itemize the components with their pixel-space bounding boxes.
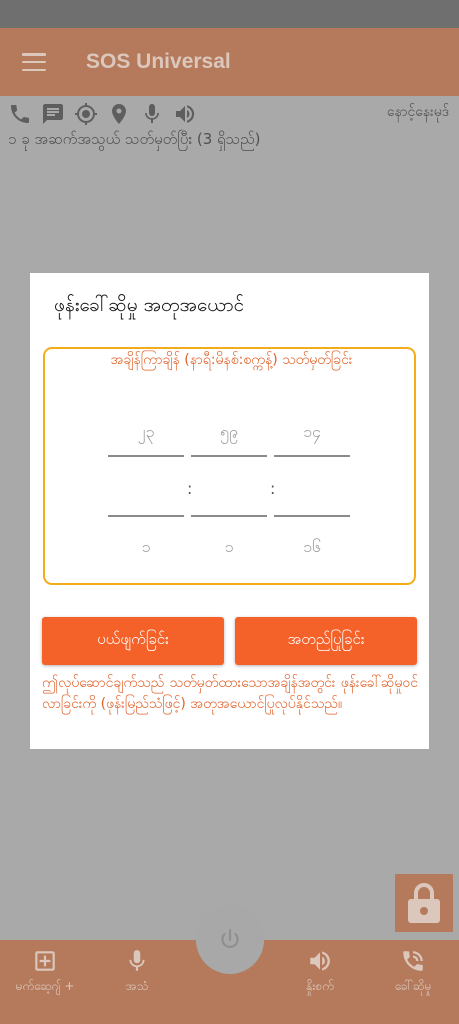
nav-add-message[interactable]: မက်ဆေ့ဂျ် +: [0, 948, 90, 996]
seconds-next-value[interactable]: ၁၆: [274, 536, 350, 560]
separator-2: :: [270, 479, 276, 498]
hours-top-divider: [108, 455, 184, 457]
speaker-icon: [173, 102, 197, 126]
minutes-top-divider: [191, 455, 267, 457]
status-icon-row: [8, 102, 197, 126]
nav-voice[interactable]: အသံ: [92, 948, 182, 996]
power-button[interactable]: [196, 906, 264, 974]
add-message-icon: [35, 951, 55, 971]
menu-icon[interactable]: [22, 53, 46, 71]
status-bar: [0, 0, 459, 28]
contacts-status-text: ၁ ခု အဆက်အသွယ် သတ်မှတ်ပြီး (3 ရှိသည်): [8, 130, 261, 148]
time-picker-box: အချိန်ကြာချိန် (နာရီ:မိနစ်:စက္ကန့်) သတ်မ…: [43, 347, 416, 585]
nav-fake-call-label: ခေါ်ဆိုမှု: [394, 979, 432, 993]
cancel-button[interactable]: ပယ်ဖျက်ခြင်း: [42, 617, 224, 665]
location-mode-text: နောင့်နေးမုဒ်: [386, 104, 449, 120]
incoming-call-icon: [403, 951, 423, 971]
power-icon: [221, 929, 239, 949]
seconds-prev-value[interactable]: ၁၄: [274, 421, 350, 445]
seconds-top-divider: [274, 455, 350, 457]
microphone-icon: [140, 102, 164, 126]
set-button[interactable]: အတည်ပြုခြင်း: [235, 617, 417, 665]
nav-add-message-label: မက်ဆေ့ဂျ် +: [15, 979, 75, 993]
minutes-next-value[interactable]: ၁: [191, 536, 267, 560]
nav-fake-call[interactable]: ခေါ်ဆိုမှု: [368, 948, 458, 996]
phone-icon: [8, 102, 32, 126]
lock-button[interactable]: [395, 874, 453, 932]
nav-voice-label: အသံ: [125, 979, 149, 993]
seconds-bottom-divider: [274, 515, 350, 517]
location-pin-icon: [107, 102, 131, 126]
lock-icon: [408, 883, 440, 923]
gps-target-icon: [74, 102, 98, 126]
microphone-icon: [129, 950, 145, 971]
speaker-icon: [310, 951, 330, 971]
minutes-bottom-divider: [191, 515, 267, 517]
hours-prev-value[interactable]: ၂၃: [108, 421, 184, 445]
separator-1: :: [187, 479, 193, 498]
nav-ring-label: နှိုးစက်: [306, 979, 334, 993]
dialog-note: ဤလုပ်ဆောင်ချက်သည် သတ်မှတ်ထားသောအချိန်အတွ…: [42, 675, 418, 712]
fake-call-dialog: ဖုန်းခေါ်ဆိုမှု အတုအယောင် အချိန်ကြာချိန်…: [30, 273, 429, 749]
minutes-prev-value[interactable]: ၅၉: [191, 421, 267, 445]
time-picker-label: အချိန်ကြာချိန် (နာရီ:မိနစ်:စက္ကန့်) သတ်မ…: [110, 352, 353, 368]
hours-next-value[interactable]: ၁: [108, 536, 184, 560]
dialog-title: ဖုန်းခေါ်ဆိုမှု အတုအယောင်: [54, 294, 245, 316]
nav-ring[interactable]: နှိုးစက်: [275, 948, 365, 996]
message-icon: [41, 102, 65, 126]
app-bar: SOS Universal: [0, 28, 459, 96]
hours-bottom-divider: [108, 515, 184, 517]
app-title: SOS Universal: [86, 50, 231, 73]
